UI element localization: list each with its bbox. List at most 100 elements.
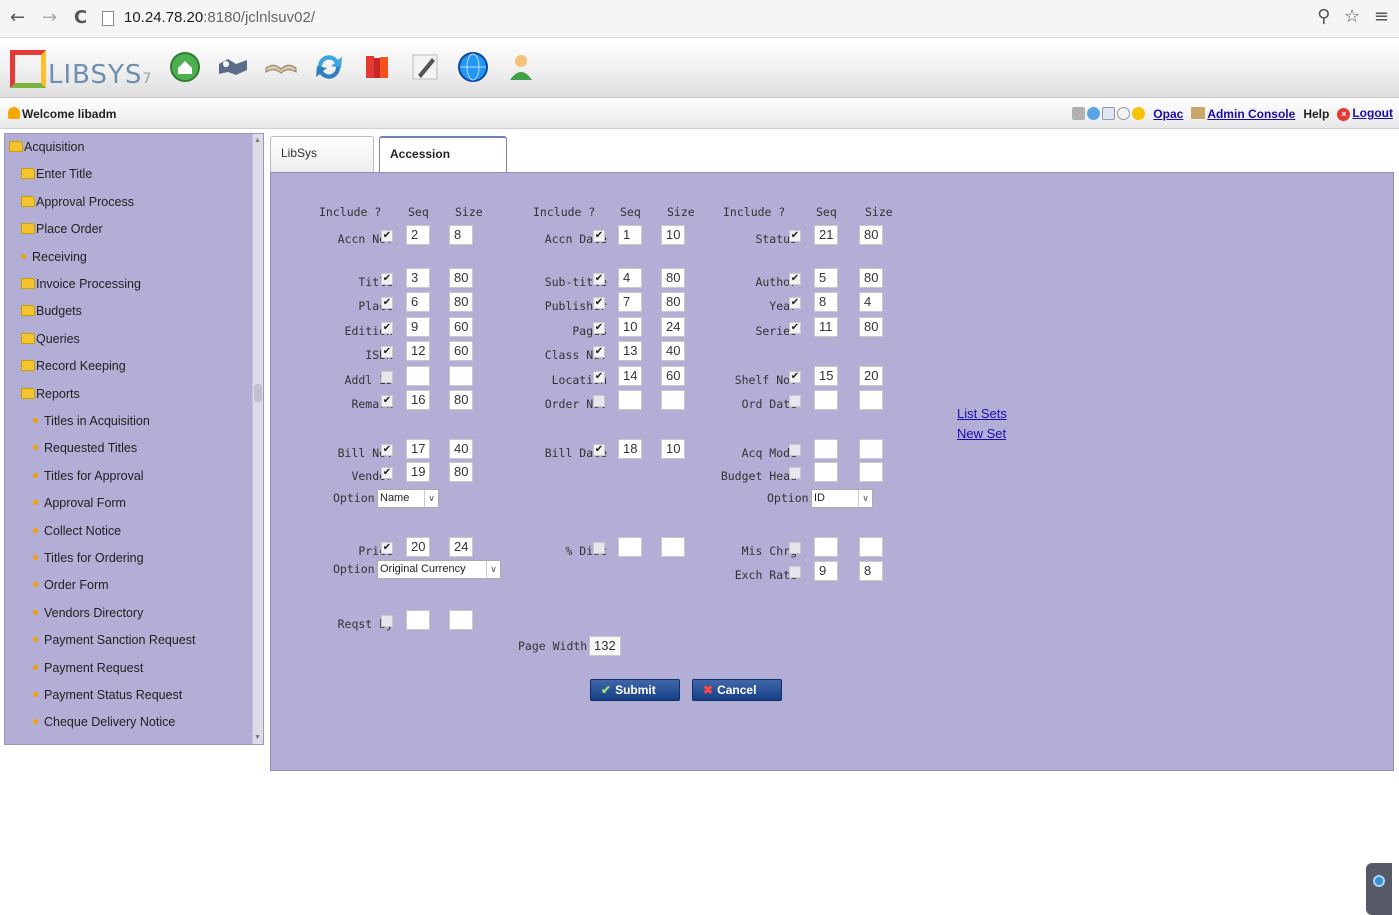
page-width-input[interactable]: 132	[589, 636, 621, 656]
seq-input[interactable]	[814, 537, 838, 557]
seq-input[interactable]: 20	[406, 537, 430, 557]
seq-input[interactable]	[618, 390, 642, 410]
seq-input[interactable]: 8	[814, 292, 838, 312]
seq-input[interactable]: 3	[406, 268, 430, 288]
seq-input[interactable]	[406, 610, 430, 630]
search-icon[interactable]	[1117, 107, 1131, 120]
include-checkbox[interactable]	[381, 542, 393, 554]
size-input[interactable]	[859, 390, 883, 410]
include-checkbox[interactable]	[789, 566, 801, 578]
size-input[interactable]: 80	[449, 292, 473, 312]
calculator-icon[interactable]	[1072, 107, 1086, 120]
seq-input[interactable]: 13	[618, 341, 642, 361]
include-checkbox[interactable]	[789, 371, 801, 383]
include-checkbox[interactable]	[381, 371, 393, 383]
seq-input[interactable]: 5	[814, 268, 838, 288]
include-checkbox[interactable]	[381, 297, 393, 309]
include-checkbox[interactable]	[593, 371, 605, 383]
include-checkbox[interactable]	[789, 467, 801, 479]
lightbulb-icon[interactable]	[1132, 107, 1146, 120]
seq-input[interactable]: 2	[406, 225, 430, 245]
include-checkbox[interactable]	[789, 395, 801, 407]
include-checkbox[interactable]	[381, 615, 393, 627]
size-input[interactable]: 80	[449, 462, 473, 482]
include-checkbox[interactable]	[593, 297, 605, 309]
seq-input[interactable]: 4	[618, 268, 642, 288]
sidebar-item[interactable]: Titles for Ordering	[33, 548, 144, 568]
settings-icon[interactable]	[1087, 107, 1101, 120]
price-option-select[interactable]: Original Currency ∨	[377, 560, 501, 579]
size-input[interactable]: 80	[449, 390, 473, 410]
seq-input[interactable]: 11	[814, 317, 838, 337]
pencil-icon[interactable]	[406, 48, 444, 86]
sidebar-item[interactable]: Payment Sanction Request	[33, 630, 195, 650]
admin-console-link[interactable]: Admin Console	[1191, 106, 1295, 121]
sidebar-item[interactable]: Record Keeping	[21, 356, 126, 376]
include-checkbox[interactable]	[381, 322, 393, 334]
include-checkbox[interactable]	[593, 346, 605, 358]
seq-input[interactable]: 6	[406, 292, 430, 312]
size-input[interactable]: 60	[449, 341, 473, 361]
sidebar-item[interactable]: Queries	[21, 329, 80, 349]
scroll-up-icon[interactable]: ▲	[254, 137, 261, 144]
budget-option-select[interactable]: ID ∨	[811, 489, 873, 508]
size-input[interactable]: 80	[859, 317, 883, 337]
list-sets-link[interactable]: List Sets	[957, 406, 1007, 421]
include-checkbox[interactable]	[381, 467, 393, 479]
tab-libsys-desktop[interactable]: LibSys Desktop	[270, 136, 374, 192]
include-checkbox[interactable]	[789, 444, 801, 456]
logout-link[interactable]: × Logout	[1337, 106, 1393, 121]
size-input[interactable]: 24	[449, 537, 473, 557]
sidebar-item[interactable]: Budgets	[21, 301, 82, 321]
sidebar-item[interactable]: Approval Process	[21, 192, 134, 212]
size-input[interactable]	[859, 537, 883, 557]
size-input[interactable]: 40	[661, 341, 685, 361]
sidebar-item[interactable]: Vendors Directory	[33, 603, 143, 623]
address-bar[interactable]: 10.24.78.20:8180/jclnlsuv02/	[124, 9, 315, 26]
scroll-thumb[interactable]	[254, 384, 262, 402]
include-checkbox[interactable]	[593, 444, 605, 456]
sidebar-item[interactable]: Payment Request	[33, 658, 143, 678]
refresh-icon[interactable]	[310, 48, 348, 86]
include-checkbox[interactable]	[593, 273, 605, 285]
sidebar-item[interactable]: Cheque Delivery Notice	[33, 712, 175, 732]
seq-input[interactable]: 1	[618, 225, 642, 245]
include-checkbox[interactable]	[789, 542, 801, 554]
sidebar-item[interactable]: Titles in Acquisition	[33, 411, 150, 431]
sidebar-item[interactable]: Titles for Approval	[33, 466, 144, 486]
include-checkbox[interactable]	[381, 230, 393, 242]
books-icon[interactable]	[358, 48, 396, 86]
sidebar-item[interactable]: Collect Notice	[33, 521, 121, 541]
size-input[interactable]: 8	[859, 561, 883, 581]
size-input[interactable]: 80	[859, 268, 883, 288]
include-checkbox[interactable]	[593, 322, 605, 334]
seq-input[interactable]	[814, 439, 838, 459]
include-checkbox[interactable]	[789, 322, 801, 334]
tab-accession-register[interactable]: Accession Register	[379, 136, 507, 193]
seq-input[interactable]: 15	[814, 366, 838, 386]
size-input[interactable]: 20	[859, 366, 883, 386]
seq-input[interactable]: 9	[814, 561, 838, 581]
size-input[interactable]	[449, 366, 473, 386]
book-open-icon[interactable]	[262, 48, 300, 86]
seq-input[interactable]	[814, 462, 838, 482]
sidebar-item[interactable]: Order Form	[33, 575, 109, 595]
globe-icon[interactable]	[454, 48, 492, 86]
new-set-link[interactable]: New Set	[957, 426, 1006, 441]
size-input[interactable]: 8	[449, 225, 473, 245]
user-icon[interactable]	[502, 48, 540, 86]
sidebar-item[interactable]: Payment Status Request	[33, 685, 182, 705]
size-input[interactable]: 80	[859, 225, 883, 245]
menu-icon[interactable]: ≡	[1374, 6, 1389, 27]
size-input[interactable]	[859, 462, 883, 482]
seq-input[interactable]	[814, 390, 838, 410]
seq-input[interactable]: 19	[406, 462, 430, 482]
forward-arrow-icon[interactable]: →	[42, 8, 57, 28]
handshake-icon[interactable]	[214, 48, 252, 86]
seq-input[interactable]	[618, 537, 642, 557]
include-checkbox[interactable]	[789, 230, 801, 242]
size-input[interactable]: 40	[449, 439, 473, 459]
seq-input[interactable]: 16	[406, 390, 430, 410]
reload-icon[interactable]: C	[74, 8, 87, 28]
size-input[interactable]: 80	[449, 268, 473, 288]
